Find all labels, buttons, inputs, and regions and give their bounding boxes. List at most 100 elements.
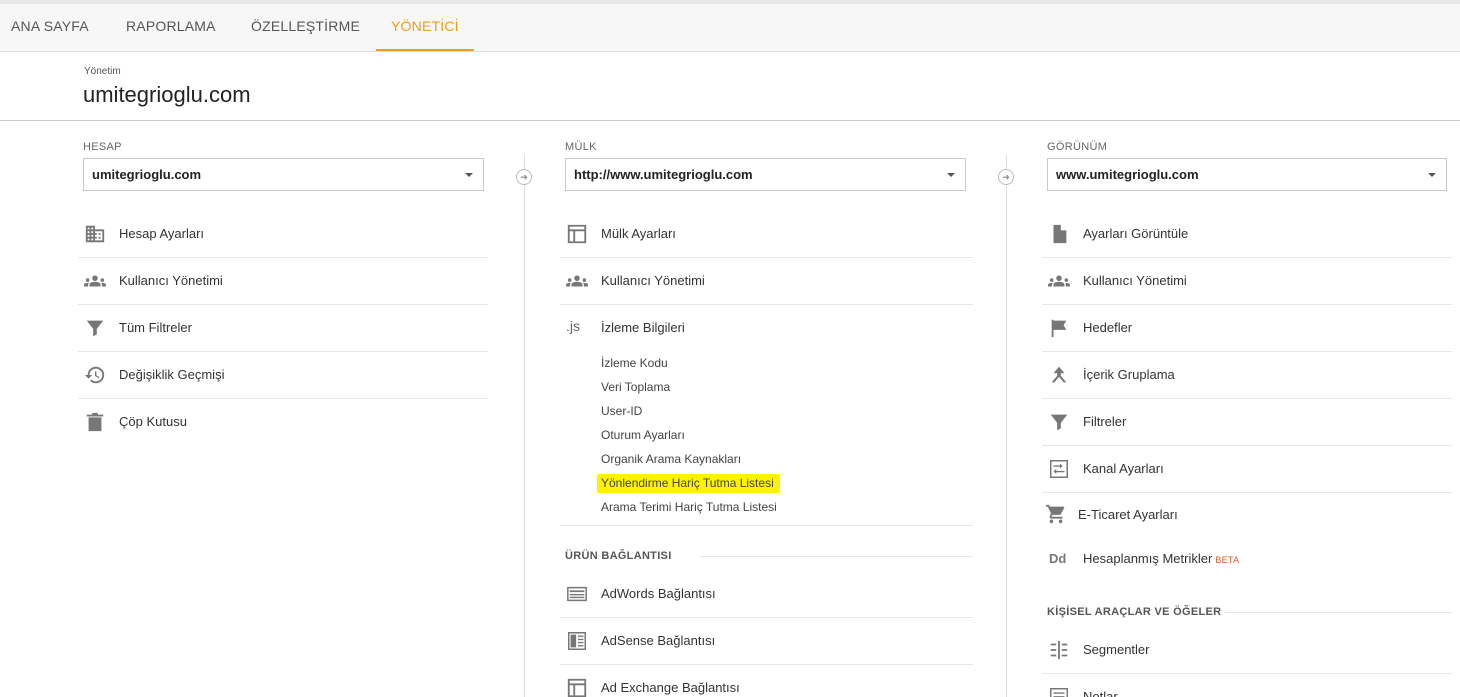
channel-icon (1048, 458, 1070, 480)
view-item-label: Hedefler (1083, 320, 1133, 335)
account-item-all-filters[interactable]: Tüm Filtreler (78, 305, 488, 352)
view-select[interactable]: www.umitegrioglu.com (1047, 158, 1447, 191)
view-item-label: İçerik Gruplama (1083, 367, 1175, 382)
account-item-label: Değişiklik Geçmişi (119, 367, 225, 382)
breadcrumb[interactable]: Yönetim (84, 66, 121, 77)
arrow-right-icon: ➔ (516, 169, 532, 185)
view-item-notes[interactable]: Notlar (1042, 674, 1452, 697)
chevron-down-icon (947, 173, 955, 177)
property-select-value: http://www.umitegrioglu.com (574, 167, 753, 182)
view-item-ecommerce-settings[interactable]: E-Ticaret Ayarları (1042, 493, 1452, 536)
segments-icon (1048, 639, 1070, 661)
tracking-code-link[interactable]: İzleme Kodu (601, 356, 668, 370)
view-item-label: Kanal Ayarları (1083, 461, 1164, 476)
view-item-label: Notlar (1083, 689, 1118, 697)
adexchange-link-item[interactable]: Ad Exchange Bağlantısı (560, 665, 973, 697)
filter-icon (84, 317, 106, 339)
personal-tools-heading: KİŞİSEL ARAÇLAR VE ÖĞELER (1047, 606, 1222, 618)
view-select-value: www.umitegrioglu.com (1056, 167, 1199, 182)
session-settings-link[interactable]: Oturum Ayarları (601, 428, 685, 442)
users-icon (84, 270, 106, 292)
property-item-label: İzleme Bilgileri (601, 320, 685, 335)
account-select-value: umitegrioglu.com (92, 167, 202, 182)
account-item-change-history[interactable]: Değişiklik Geçmişi (78, 352, 488, 399)
chevron-down-icon (1428, 173, 1436, 177)
account-item-label: Hesap Ayarları (119, 226, 205, 241)
view-item-label: Ayarları Görüntüle (1083, 226, 1189, 241)
view-item-label: Hesaplanmış Metrikler BETA (1083, 551, 1239, 566)
view-item-user-management[interactable]: Kullanıcı Yönetimi (1042, 258, 1452, 305)
adexchange-icon (566, 677, 588, 697)
top-navigation: ANA SAYFA RAPORLAMA ÖZELLEŞTİRME YÖNETİC… (0, 0, 1460, 52)
arrow-right-icon: ➔ (998, 169, 1014, 185)
view-item-label: Filtreler (1083, 414, 1127, 429)
view-item-label: Segmentler (1083, 642, 1150, 657)
tab-raporlama[interactable]: RAPORLAMA (126, 4, 216, 51)
view-item-settings[interactable]: Ayarları Görüntüle (1042, 211, 1452, 258)
column-divider (1006, 155, 1007, 697)
account-column-label: HESAP (83, 141, 122, 153)
window-icon (566, 223, 588, 245)
property-select[interactable]: http://www.umitegrioglu.com (565, 158, 966, 191)
organic-search-sources-link[interactable]: Organik Arama Kaynakları (601, 452, 741, 466)
view-item-filters[interactable]: Filtreler (1042, 399, 1452, 446)
property-item-label: Mülk Ayarları (601, 226, 676, 241)
account-item-trash[interactable]: Çöp Kutusu (78, 399, 488, 446)
tab-ana-sayfa[interactable]: ANA SAYFA (11, 4, 89, 51)
property-item-settings[interactable]: Mülk Ayarları (560, 211, 973, 258)
account-item-user-management[interactable]: Kullanıcı Yönetimi (78, 258, 488, 305)
search-term-exclusion-list-link[interactable]: Arama Terimi Hariç Tutma Listesi (601, 500, 777, 514)
view-item-goals[interactable]: Hedefler (1042, 305, 1452, 352)
account-item-label: Tüm Filtreler (119, 320, 192, 335)
trash-icon (84, 411, 106, 433)
product-links-heading: ÜRÜN BAĞLANTISI (565, 550, 672, 562)
tab-yonetici[interactable]: YÖNETİCİ (376, 4, 474, 51)
adwords-link-label: AdWords Bağlantısı (601, 586, 716, 601)
view-item-label: E-Ticaret Ayarları (1078, 507, 1178, 522)
adsense-link-item[interactable]: AdSense Bağlantısı (560, 618, 973, 665)
view-item-content-grouping[interactable]: İçerik Gruplama (1042, 352, 1452, 399)
data-collection-link[interactable]: Veri Toplama (601, 380, 670, 394)
dd-icon: Dd (1049, 551, 1067, 566)
building-icon (84, 223, 106, 245)
page-header: Yönetim umitegrioglu.com (0, 52, 1460, 121)
property-item-label: Kullanıcı Yönetimi (601, 273, 705, 288)
view-item-label: Kullanıcı Yönetimi (1083, 273, 1187, 288)
calculated-metrics-label: Hesaplanmış Metrikler (1083, 551, 1213, 566)
filter-icon (1048, 411, 1070, 433)
beta-badge: BETA (1215, 555, 1240, 565)
account-select[interactable]: umitegrioglu.com (83, 158, 484, 191)
adwords-icon (566, 583, 588, 605)
view-item-calculated-metrics[interactable]: Dd Hesaplanmış Metrikler BETA (1042, 536, 1452, 580)
property-item-tracking-info[interactable]: .js İzleme Bilgileri (560, 305, 973, 352)
users-icon (1048, 270, 1070, 292)
document-icon (1048, 223, 1070, 245)
js-icon: .js (566, 318, 580, 334)
property-item-user-management[interactable]: Kullanıcı Yönetimi (560, 258, 973, 305)
users-icon (566, 270, 588, 292)
notes-icon (1048, 686, 1070, 697)
column-divider (524, 155, 525, 697)
referral-exclusion-list-link[interactable]: Yönlendirme Hariç Tutma Listesi (597, 474, 780, 493)
adwords-link-item[interactable]: AdWords Bağlantısı (560, 571, 973, 618)
cart-icon (1045, 503, 1067, 525)
adsense-link-label: AdSense Bağlantısı (601, 633, 716, 648)
adexchange-link-label: Ad Exchange Bağlantısı (601, 680, 740, 695)
divider (560, 525, 973, 526)
page-title: umitegrioglu.com (83, 82, 251, 107)
account-item-label: Çöp Kutusu (119, 414, 187, 429)
view-item-segments[interactable]: Segmentler (1042, 627, 1452, 674)
tab-ozellestirme[interactable]: ÖZELLEŞTİRME (251, 4, 360, 51)
divider (700, 556, 973, 557)
history-icon (84, 364, 106, 386)
adsense-icon (566, 630, 588, 652)
chevron-down-icon (465, 173, 473, 177)
account-item-settings[interactable]: Hesap Ayarları (78, 211, 488, 258)
content-grouping-icon (1048, 364, 1070, 386)
view-column-label: GÖRÜNÜM (1047, 141, 1108, 153)
divider (1225, 612, 1452, 613)
flag-icon (1048, 317, 1070, 339)
property-column-label: MÜLK (565, 141, 597, 153)
user-id-link[interactable]: User-ID (601, 404, 642, 418)
view-item-channel-settings[interactable]: Kanal Ayarları (1042, 446, 1452, 493)
